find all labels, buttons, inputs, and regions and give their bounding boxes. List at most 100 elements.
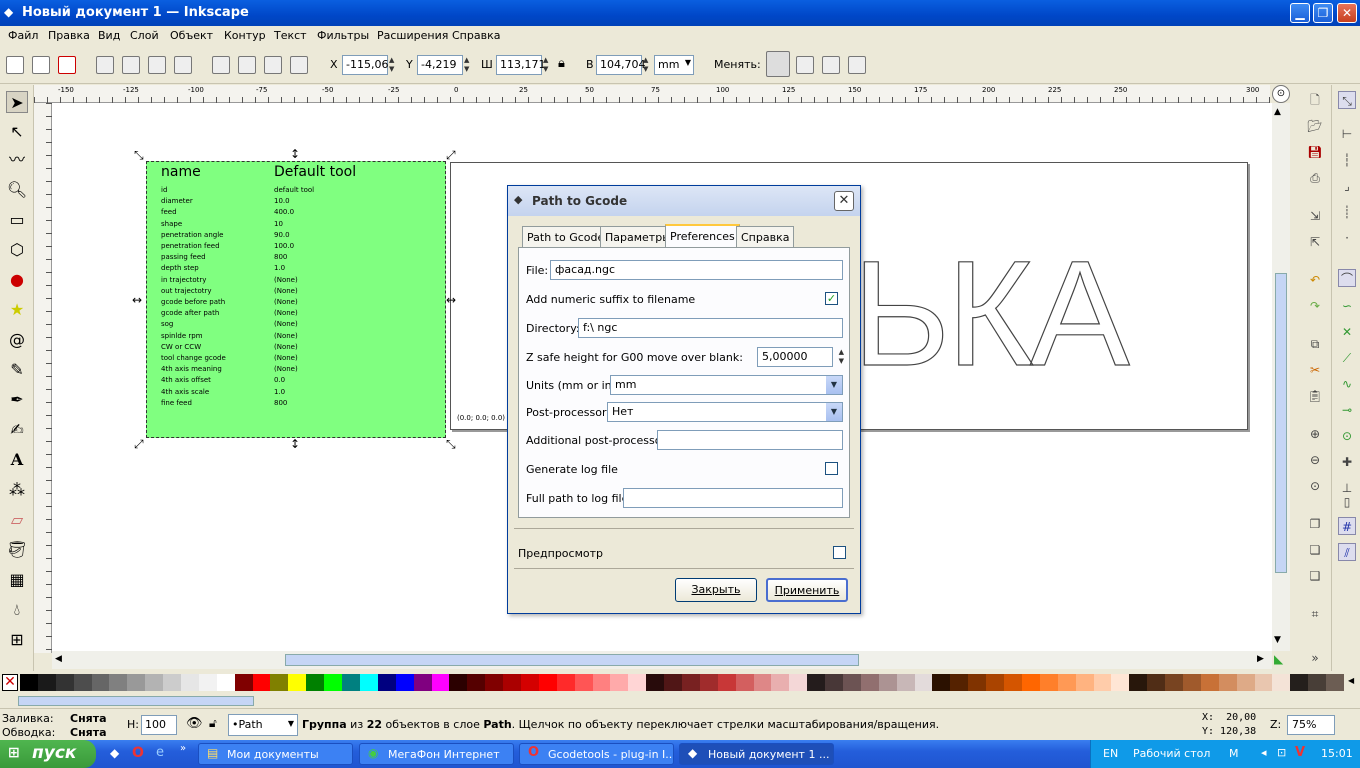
selector-tool-icon[interactable]: ➤ <box>6 91 28 113</box>
copy-icon[interactable]: ⧉ <box>1306 335 1324 353</box>
node-tool-icon[interactable]: ↖ <box>6 121 28 143</box>
vertical-scroll-thumb[interactable] <box>1275 273 1287 573</box>
generate-log-checkbox[interactable] <box>825 462 838 475</box>
color-swatch[interactable] <box>109 674 128 691</box>
snap-smooth-icon[interactable]: ∿ <box>1338 375 1356 393</box>
units-select[interactable]: mm ▼ <box>610 375 843 395</box>
redo-icon[interactable]: ↷ <box>1306 297 1324 315</box>
zoom-drawing-icon[interactable]: ⊖ <box>1306 451 1324 469</box>
color-swatch[interactable] <box>234 674 253 691</box>
zsafe-input[interactable]: 5,00000 ▲ ▼ <box>757 347 844 367</box>
window-titlebar[interactable]: ◆ Новый документ 1 — Inkscape ▁ ❐ ✕ <box>0 0 1360 26</box>
tweak-tool-icon[interactable]: 〰 <box>6 149 28 171</box>
color-swatch[interactable] <box>1004 674 1023 691</box>
menu-object[interactable]: Объект <box>170 29 213 42</box>
snap-page-icon[interactable]: ▯ <box>1338 493 1356 511</box>
bucket-tool-icon[interactable]: 🪣︎ <box>6 539 28 561</box>
color-swatch[interactable] <box>646 674 665 691</box>
tray-arrow-icon[interactable]: ◂ <box>1261 746 1267 759</box>
selection-handle[interactable]: ↔ <box>132 293 142 307</box>
color-swatch[interactable] <box>467 674 486 691</box>
zoom-page-icon[interactable]: ⊙ <box>1306 477 1324 495</box>
ellipse-tool-icon[interactable]: ● <box>6 269 28 291</box>
selection-handle[interactable]: ⤢ <box>134 437 144 452</box>
rotate-ccw-icon[interactable] <box>96 56 114 74</box>
color-swatch[interactable] <box>968 674 987 691</box>
color-swatch[interactable] <box>145 674 164 691</box>
color-swatch[interactable] <box>503 674 522 691</box>
snap-midpoint-icon[interactable]: ⊸ <box>1338 401 1356 419</box>
no-color-swatch[interactable]: ✕ <box>2 674 18 691</box>
color-swatch[interactable] <box>556 674 575 691</box>
calligraphy-tool-icon[interactable]: ✍ <box>6 419 28 441</box>
snap-bbox-center-icon[interactable]: · <box>1338 229 1356 247</box>
spray-tool-icon[interactable]: ⁂ <box>6 479 28 501</box>
color-swatch[interactable] <box>574 674 593 691</box>
menu-path[interactable]: Контур <box>224 29 266 42</box>
task-megafon[interactable]: МегаФон Интернет <box>359 743 514 765</box>
color-swatch[interactable] <box>1200 674 1219 691</box>
task-inkscape[interactable]: Новый документ 1 ... <box>679 743 834 765</box>
menu-edit[interactable]: Правка <box>48 29 90 42</box>
import-icon[interactable]: ⇲ <box>1306 207 1324 225</box>
color-swatch[interactable] <box>950 674 969 691</box>
color-swatch[interactable] <box>664 674 683 691</box>
fill-value[interactable]: Снята <box>70 712 107 725</box>
selection-handle[interactable]: ↔ <box>446 293 456 307</box>
snap-nodes-icon[interactable]: ⌒ <box>1338 269 1356 287</box>
selection-handle[interactable]: ⤢ <box>446 148 456 163</box>
paste-icon[interactable]: 📋︎ <box>1306 387 1324 405</box>
more-commands-icon[interactable]: » <box>1306 649 1324 667</box>
snap-bbox-corner-icon[interactable]: ⌟ <box>1338 177 1356 195</box>
color-swatch[interactable] <box>198 674 217 691</box>
tray-network-icon[interactable]: ⊡ <box>1277 746 1286 759</box>
language-indicator[interactable]: EN <box>1103 747 1118 760</box>
width-input[interactable]: 113,171 ▲ ▼ <box>496 55 548 75</box>
color-swatch[interactable] <box>163 674 182 691</box>
color-swatch[interactable] <box>55 674 74 691</box>
snap-bbox-midpoint-icon[interactable]: ┊ <box>1338 203 1356 221</box>
snap-rotation-center-icon[interactable]: ✚ <box>1338 453 1356 471</box>
snap-enable-icon[interactable]: ⤡ <box>1338 91 1356 109</box>
color-swatch[interactable] <box>860 674 879 691</box>
selection-handle[interactable]: ↕ <box>290 147 300 161</box>
transform-gradients-icon[interactable] <box>822 56 840 74</box>
color-swatch[interactable] <box>1218 674 1237 691</box>
snap-bbox-icon[interactable]: ⊢ <box>1338 125 1356 143</box>
menu-view[interactable]: Вид <box>98 29 120 42</box>
color-swatch[interactable] <box>306 674 325 691</box>
y-input[interactable]: -4,219 ▲ ▼ <box>417 55 469 75</box>
tab-preferences[interactable]: Preferences <box>665 224 740 249</box>
color-swatch[interactable] <box>181 674 200 691</box>
tray-security-icon[interactable]: V <box>1295 745 1305 760</box>
color-swatch[interactable] <box>986 674 1005 691</box>
quicklaunch-inkscape-icon[interactable]: ◆ <box>110 746 119 760</box>
snap-cusp-icon[interactable]: ⟋ <box>1338 349 1356 367</box>
lower-to-bottom-icon[interactable] <box>212 56 230 74</box>
color-swatch[interactable] <box>1182 674 1201 691</box>
save-icon[interactable]: 💾︎ <box>1306 143 1324 161</box>
raise-icon[interactable] <box>264 56 282 74</box>
close-dialog-button[interactable]: Закрыть <box>675 578 757 602</box>
select-all-icon[interactable] <box>6 56 24 74</box>
color-swatch[interactable] <box>896 674 915 691</box>
close-button[interactable]: ✕ <box>1337 3 1357 23</box>
color-swatch[interactable] <box>520 674 539 691</box>
duplicate-icon[interactable]: ❐ <box>1306 515 1324 533</box>
color-swatch[interactable] <box>20 674 38 691</box>
maximize-button[interactable]: ❐ <box>1313 3 1333 23</box>
postprocessor-select[interactable]: Нет ▼ <box>607 402 843 422</box>
print-icon[interactable]: ⎙ <box>1306 169 1324 187</box>
color-swatch[interactable] <box>789 674 808 691</box>
xml-editor-icon[interactable]: ⌗ <box>1306 605 1324 623</box>
palette-scroll-arrow[interactable]: ◀ <box>1348 676 1354 685</box>
gradient-tool-icon[interactable]: ▦ <box>6 569 28 591</box>
menu-extensions[interactable]: Расширения <box>377 29 448 42</box>
opacity-input[interactable]: 100 <box>141 715 177 735</box>
color-swatch[interactable] <box>1254 674 1273 691</box>
color-swatch[interactable] <box>1111 674 1130 691</box>
layer-select[interactable]: •Path ▼ <box>228 714 298 736</box>
vertical-scrollbar[interactable]: ▲ ▼ <box>1272 103 1290 651</box>
zoom-corner-icon[interactable]: ⊙ <box>1272 85 1290 103</box>
tray-m-toolbar[interactable]: M <box>1229 747 1239 760</box>
